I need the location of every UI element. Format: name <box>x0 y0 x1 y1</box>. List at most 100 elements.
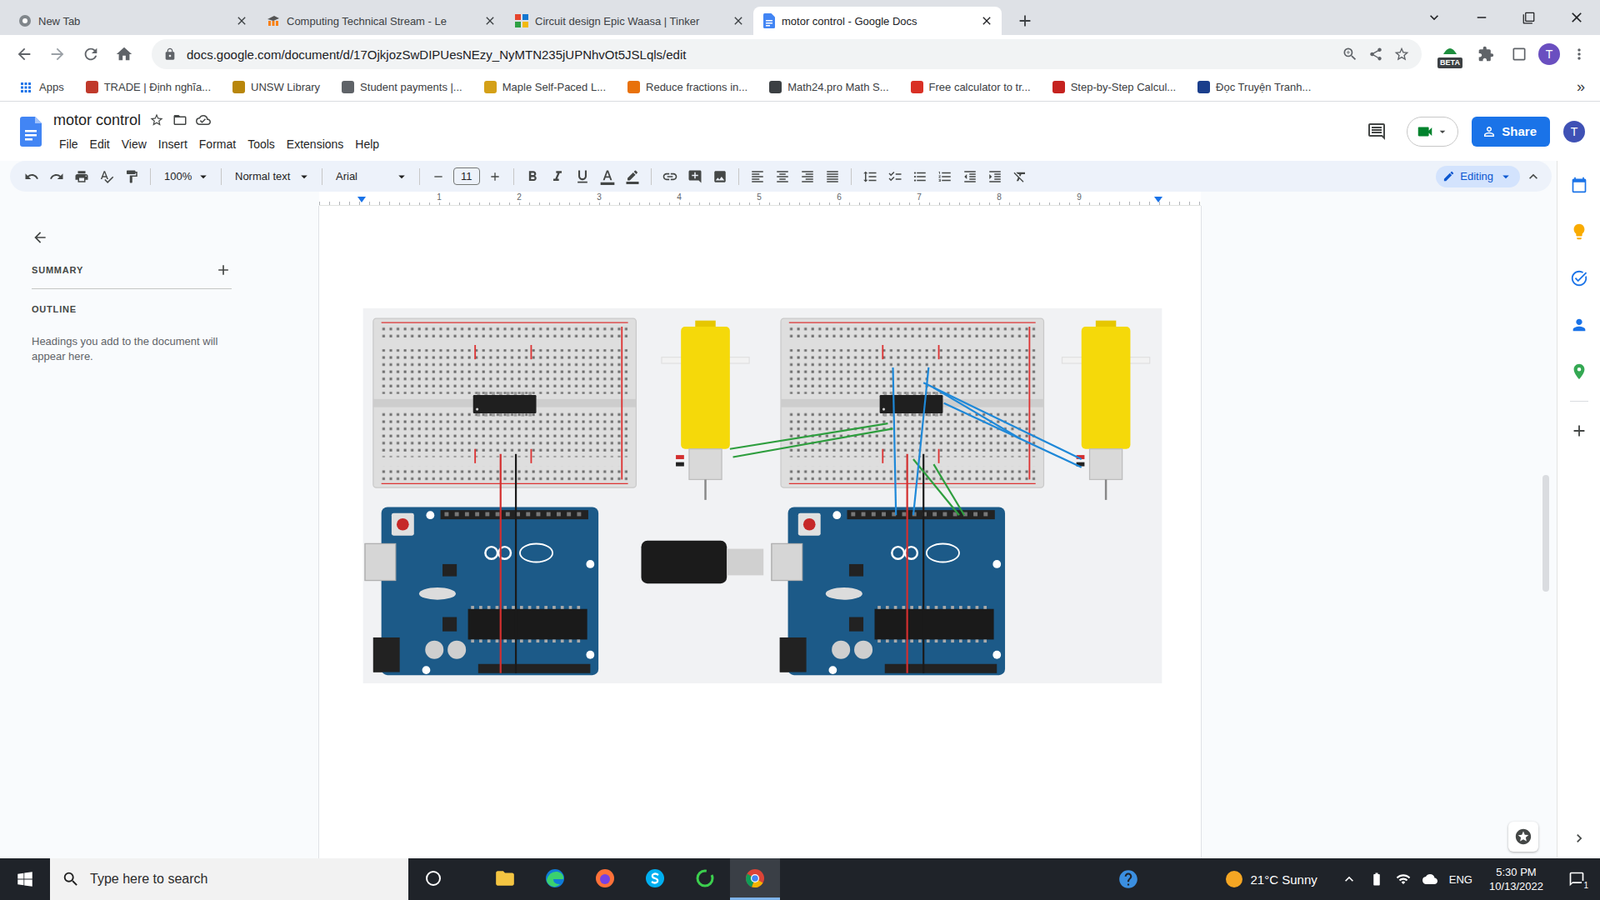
numbered-list-button[interactable] <box>933 165 957 189</box>
menu-item[interactable]: Tools <box>241 134 281 155</box>
explore-button[interactable] <box>1508 821 1539 852</box>
taskbar-app[interactable] <box>580 858 630 900</box>
close-window-button[interactable] <box>1552 0 1600 35</box>
indent-increase-button[interactable] <box>983 165 1007 189</box>
close-tab-icon[interactable] <box>483 14 497 28</box>
redo-button[interactable] <box>45 165 69 189</box>
new-tab-button[interactable] <box>1013 9 1037 33</box>
bookmark[interactable]: Student payments |... <box>336 80 468 94</box>
justify-button[interactable] <box>820 165 845 189</box>
start-button[interactable] <box>0 858 50 900</box>
side-panel-button[interactable] <box>1505 40 1534 69</box>
align-center-button[interactable] <box>770 165 795 189</box>
clear-format-button[interactable] <box>1008 165 1032 189</box>
print-button[interactable] <box>70 165 94 189</box>
weather-widget[interactable]: 21°C Sunny <box>1225 870 1318 888</box>
browser-tab[interactable]: New Tab <box>8 6 257 35</box>
browser-tab[interactable]: Computing Technical Stream - Le <box>256 6 505 35</box>
omnibox[interactable]: docs.google.com/document/d/17OjkjozSwDIP… <box>151 39 1422 70</box>
font-size-field[interactable]: 11 <box>453 167 480 185</box>
menu-item[interactable]: Edit <box>84 134 116 155</box>
add-ons-button[interactable] <box>1570 421 1589 440</box>
battery-icon[interactable] <box>1369 871 1385 887</box>
help-icon[interactable] <box>1117 868 1140 890</box>
menu-item[interactable]: Format <box>193 134 242 155</box>
minimize-button[interactable] <box>1457 0 1505 35</box>
align-left-button[interactable] <box>745 165 770 189</box>
add-comment-button[interactable] <box>683 165 707 189</box>
comments-button[interactable] <box>1360 115 1394 149</box>
close-outline-button[interactable] <box>31 227 320 248</box>
share-page-icon[interactable] <box>1368 46 1384 62</box>
document-page[interactable] <box>319 205 1201 859</box>
right-indent-marker[interactable] <box>1154 196 1163 203</box>
tab-search-button[interactable] <box>1410 0 1458 35</box>
star-icon[interactable] <box>149 112 165 128</box>
docs-logo-icon[interactable] <box>20 116 42 147</box>
decrease-size-button[interactable] <box>426 165 450 189</box>
taskbar-app[interactable] <box>530 858 580 900</box>
bookmark[interactable]: Free calculator to tr... <box>905 80 1036 94</box>
move-icon[interactable] <box>172 112 188 128</box>
taskbar-app[interactable] <box>480 858 530 900</box>
highlight-button[interactable] <box>620 165 645 189</box>
zoom-icon[interactable] <box>1341 45 1359 63</box>
add-summary-icon[interactable] <box>215 261 232 279</box>
undo-button[interactable] <box>20 165 44 189</box>
bookmark[interactable]: Đọc Truyện Tranh... <box>1192 80 1316 94</box>
language-indicator[interactable]: ENG <box>1449 873 1473 886</box>
onedrive-icon[interactable] <box>1422 871 1438 887</box>
taskbar-search[interactable]: Type here to search <box>50 858 409 900</box>
paint-format-button[interactable] <box>120 165 144 189</box>
close-tab-icon[interactable] <box>980 14 994 28</box>
collapse-menus-button[interactable] <box>1521 165 1545 189</box>
url-text[interactable]: docs.google.com/document/d/17OjkjozSwDIP… <box>186 47 1332 62</box>
contacts-button[interactable] <box>1570 315 1589 335</box>
close-tab-icon[interactable] <box>235 14 249 28</box>
bookmark-star-icon[interactable] <box>1393 45 1410 63</box>
menu-item[interactable]: View <box>115 134 153 155</box>
maps-button[interactable] <box>1570 362 1589 381</box>
circuit-image[interactable] <box>362 308 1163 684</box>
indent-decrease-button[interactable] <box>958 165 982 189</box>
bookmark[interactable]: Step-by-Step Calcul... <box>1047 80 1181 94</box>
back-button[interactable] <box>10 40 39 69</box>
scrollbar-thumb[interactable] <box>1542 475 1550 592</box>
menu-item[interactable]: File <box>53 134 85 155</box>
profile-avatar[interactable]: T <box>1538 43 1560 65</box>
italic-button[interactable] <box>545 165 570 189</box>
account-avatar[interactable]: T <box>1563 120 1585 143</box>
restore-button[interactable] <box>1505 0 1553 35</box>
menu-item[interactable]: Extensions <box>280 134 350 155</box>
zoom-dropdown[interactable]: 100% <box>157 169 215 185</box>
more-bookmarks[interactable]: » <box>1571 78 1590 96</box>
style-dropdown[interactable]: Normal text <box>228 169 315 185</box>
bold-button[interactable] <box>520 165 545 189</box>
hide-panel-button[interactable] <box>1570 830 1588 847</box>
align-right-button[interactable] <box>795 165 820 189</box>
ruler[interactable]: 123456789 <box>319 191 1201 206</box>
document-title[interactable]: motor control <box>53 109 141 131</box>
cloud-saved-icon[interactable] <box>195 112 211 128</box>
keep-button[interactable] <box>1570 222 1589 241</box>
tasks-button[interactable] <box>1570 269 1589 288</box>
clock[interactable]: 5:30 PM10/13/2022 <box>1484 865 1549 894</box>
bookmark[interactable]: Reduce fractions in... <box>622 80 753 94</box>
bullet-list-button[interactable] <box>908 165 932 189</box>
taskbar-app[interactable] <box>680 858 730 900</box>
wifi-icon[interactable] <box>1395 871 1411 887</box>
spellcheck-button[interactable] <box>95 165 119 189</box>
increase-size-button[interactable] <box>483 165 507 189</box>
underline-button[interactable] <box>570 165 595 189</box>
font-dropdown[interactable]: Arial <box>329 169 413 185</box>
apps-bookmark[interactable]: Apps <box>13 80 70 95</box>
checklist-button[interactable] <box>883 165 907 189</box>
menu-button[interactable] <box>1565 40 1594 69</box>
meet-button[interactable] <box>1406 116 1459 147</box>
insert-image-button[interactable] <box>708 165 732 189</box>
reload-button[interactable] <box>76 40 105 69</box>
taskbar-app[interactable] <box>730 858 780 900</box>
notifications-button[interactable]: 1 <box>1560 870 1594 888</box>
beta-extension[interactable]: BETA <box>1433 44 1467 69</box>
home-button[interactable] <box>110 40 139 69</box>
